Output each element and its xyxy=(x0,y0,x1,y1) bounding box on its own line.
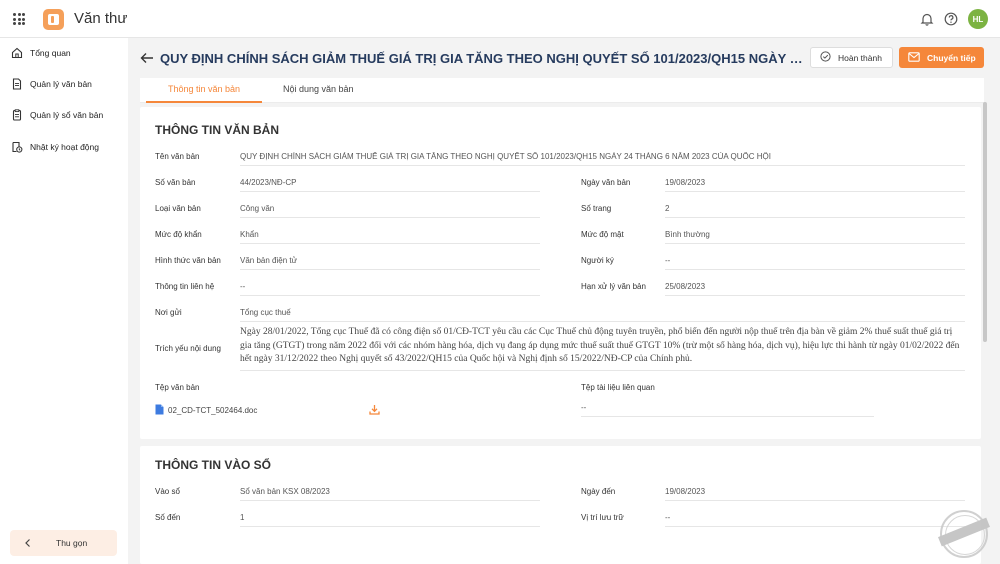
forward-button-label: Chuyển tiếp xyxy=(927,52,976,63)
section-title: THÔNG TIN VÀO SỔ xyxy=(155,458,272,472)
user-avatar[interactable]: HL xyxy=(968,9,988,29)
field-label: Người ký xyxy=(581,256,614,265)
field-label: Tệp văn bản xyxy=(155,383,200,392)
field-label: Số trang xyxy=(581,204,612,213)
watermark-stamp xyxy=(938,510,990,558)
sidebar-item-documents[interactable]: Quản lý văn bản xyxy=(0,71,128,97)
back-arrow-icon[interactable] xyxy=(140,52,154,64)
top-bar: Văn thư HL xyxy=(0,0,1000,38)
document-icon xyxy=(10,77,24,91)
app-title: Văn thư xyxy=(74,10,128,27)
signer-value: -- xyxy=(665,256,965,270)
collapse-label: Thu gọn xyxy=(56,538,88,548)
document-number-value: 44/2023/NĐ-CP xyxy=(240,178,540,192)
sidebar-item-registers[interactable]: Quản lý sổ văn bản xyxy=(0,102,128,128)
apps-grid-icon[interactable] xyxy=(13,13,25,25)
field-label: Ngày đến xyxy=(581,487,616,496)
field-label: Loại văn bản xyxy=(155,204,201,213)
page-count-value: 2 xyxy=(665,204,965,218)
field-label: Vị trí lưu trữ xyxy=(581,513,624,522)
sidebar-item-label: Quản lý sổ văn bản xyxy=(30,110,104,120)
field-label: Vào sổ xyxy=(155,487,180,496)
field-label: Nơi gửi xyxy=(155,308,182,317)
tab-document-content[interactable]: Nội dung văn bản xyxy=(283,84,354,94)
vertical-scrollbar[interactable] xyxy=(983,102,987,342)
register-book-value: Sổ văn bản KSX 08/2023 xyxy=(240,487,540,501)
help-icon[interactable] xyxy=(940,8,962,30)
app-logo xyxy=(43,9,64,30)
document-info-card: THÔNG TIN VĂN BẢN Tên văn bản QUY ĐỊNH C… xyxy=(140,107,981,439)
field-label: Mức độ mật xyxy=(581,230,624,239)
chevron-left-icon xyxy=(24,538,32,550)
mail-icon xyxy=(908,51,920,64)
tab-bar: Thông tin văn bản Nội dung văn bản xyxy=(140,78,984,103)
page-header: QUY ĐỊNH CHÍNH SÁCH GIẢM THUẾ GIÁ TRỊ GI… xyxy=(128,38,1000,78)
check-circle-icon xyxy=(820,51,831,64)
top-actions: HL xyxy=(914,8,988,30)
document-date-value: 19/08/2023 xyxy=(665,178,965,192)
storage-location-value: -- xyxy=(665,513,965,527)
sidebar: Tổng quan Quản lý văn bản Quản lý sổ văn… xyxy=(0,38,128,564)
field-label: Hạn xử lý văn bản xyxy=(581,282,646,291)
urgency-value: Khẩn xyxy=(240,230,540,244)
field-label: Tên văn bản xyxy=(155,152,200,161)
field-label: Tệp tài liệu liên quan xyxy=(581,383,655,392)
complete-button[interactable]: Hoàn thành xyxy=(810,47,893,68)
collapse-sidebar-button[interactable]: Thu gọn xyxy=(10,530,117,556)
document-type-value: Công văn xyxy=(240,204,540,218)
activity-log-icon xyxy=(10,140,24,154)
forward-button[interactable]: Chuyển tiếp xyxy=(899,47,984,68)
section-title: THÔNG TIN VĂN BẢN xyxy=(155,123,279,137)
register-book-icon xyxy=(10,108,24,122)
field-label: Trích yếu nội dung xyxy=(155,344,221,353)
sidebar-item-overview[interactable]: Tổng quan xyxy=(0,40,128,66)
summary-value: Ngày 28/01/2022, Tổng cục Thuế đã có côn… xyxy=(240,326,965,371)
doc-file-icon xyxy=(155,404,164,417)
tab-document-info[interactable]: Thông tin văn bản xyxy=(168,84,240,94)
sender-value: Tổng cục thuế xyxy=(240,308,965,322)
home-icon xyxy=(10,46,24,60)
download-icon[interactable] xyxy=(369,404,380,417)
document-name-value: QUY ĐỊNH CHÍNH SÁCH GIẢM THUẾ GIÁ TRỊ GI… xyxy=(240,152,965,166)
field-label: Mức độ khẩn xyxy=(155,230,202,239)
arrival-number-value: 1 xyxy=(240,513,540,527)
field-label: Số đến xyxy=(155,513,181,522)
deadline-value: 25/08/2023 xyxy=(665,282,965,296)
attached-file-link[interactable]: 02_CD-TCT_502464.doc xyxy=(155,404,257,417)
field-label: Hình thức văn bản xyxy=(155,256,221,265)
sidebar-item-activity-log[interactable]: Nhật ký hoạt động xyxy=(0,134,128,160)
arrival-date-value: 19/08/2023 xyxy=(665,487,965,501)
complete-button-label: Hoàn thành xyxy=(838,52,882,63)
contact-info-value: -- xyxy=(240,282,540,296)
sidebar-item-label: Tổng quan xyxy=(30,48,71,58)
related-files-value: -- xyxy=(581,403,874,417)
page-title: QUY ĐỊNH CHÍNH SÁCH GIẢM THUẾ GIÁ TRỊ GI… xyxy=(160,51,805,66)
document-format-value: Văn bản điện tử xyxy=(240,256,540,270)
active-tab-indicator xyxy=(146,101,262,103)
sidebar-item-label: Quản lý văn bản xyxy=(30,79,92,89)
field-label: Số văn bản xyxy=(155,178,196,187)
attached-file-name: 02_CD-TCT_502464.doc xyxy=(168,406,258,415)
field-label: Ngày văn bản xyxy=(581,178,631,187)
field-label: Thông tin liên hệ xyxy=(155,282,215,291)
sidebar-item-label: Nhật ký hoạt động xyxy=(30,142,99,152)
confidentiality-value: Bình thường xyxy=(665,230,965,244)
bell-icon[interactable] xyxy=(916,8,938,30)
entry-info-card: THÔNG TIN VÀO SỔ Vào sổ Sổ văn bản KSX 0… xyxy=(140,446,981,564)
